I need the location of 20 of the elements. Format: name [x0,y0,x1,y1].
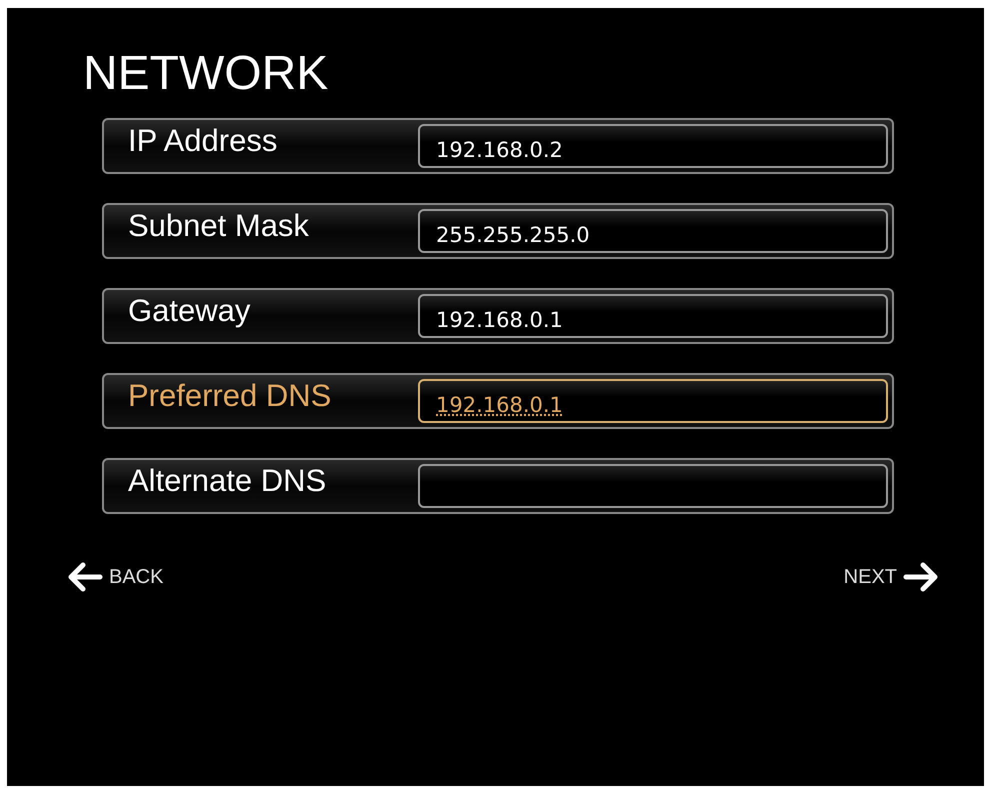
input-field[interactable]: 192.168.0.2 [418,124,888,168]
field-label: Preferred DNS [128,378,332,414]
left-arrow-icon [67,562,103,592]
setting-row[interactable]: Preferred DNS 192.168.0.1 [102,373,894,429]
next-button[interactable]: NEXT [844,562,939,592]
setting-row[interactable]: Gateway 192.168.0.1 [102,288,894,344]
setting-row[interactable]: Subnet Mask 255.255.255.0 [102,203,894,259]
input-field[interactable]: 255.255.255.0 [418,209,888,253]
field-label: Alternate DNS [128,463,328,499]
back-button[interactable]: BACK [67,562,164,592]
right-arrow-icon [903,562,939,592]
input-field[interactable] [418,464,888,508]
setting-row[interactable]: Alternate DNS [102,458,894,514]
screen-title: NETWORK [83,46,330,102]
field-label: IP Address [128,123,278,159]
input-field[interactable]: 192.168.0.1 [418,294,888,338]
field-label: Gateway [128,293,252,329]
input-field[interactable]: 192.168.0.1 [418,379,888,423]
setting-row[interactable]: IP Address 192.168.0.2 [102,118,894,174]
field-label: Subnet Mask [128,208,310,244]
